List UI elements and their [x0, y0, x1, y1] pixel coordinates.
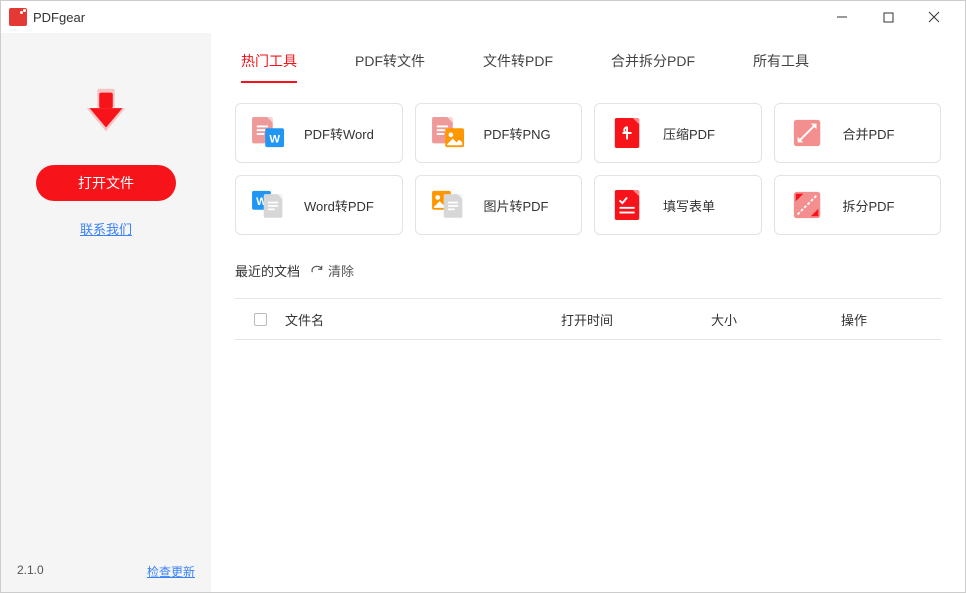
tool-merge-pdf[interactable]: 合并PDF	[774, 103, 942, 163]
clear-icon	[310, 264, 324, 278]
tool-word-to-pdf[interactable]: Word转PDF	[235, 175, 403, 235]
tool-split-pdf[interactable]: 拆分PDF	[774, 175, 942, 235]
compress-pdf-icon	[609, 117, 647, 149]
col-filename: 文件名	[285, 310, 561, 329]
minimize-button[interactable]	[819, 1, 865, 33]
tab-merge-split[interactable]: 合并拆分PDF	[611, 51, 695, 83]
tool-label: 填写表单	[663, 196, 715, 215]
app-title: PDFgear	[33, 10, 85, 25]
tool-label: 合并PDF	[843, 124, 895, 143]
sidebar: 打开文件 联系我们 2.1.0 检查更新	[1, 33, 211, 592]
version-label: 2.1.0	[17, 563, 44, 580]
tab-pdf-to-file[interactable]: PDF转文件	[355, 51, 425, 83]
fill-form-icon	[609, 189, 647, 221]
image-to-pdf-icon	[430, 189, 468, 221]
tool-compress-pdf[interactable]: 压缩PDF	[594, 103, 762, 163]
contact-us-link[interactable]: 联系我们	[80, 219, 132, 238]
clear-recent-button[interactable]: 清除	[310, 261, 354, 280]
tool-label: PDF转PNG	[484, 124, 551, 143]
pdf-to-png-icon	[430, 117, 468, 149]
check-update-link[interactable]: 检查更新	[147, 563, 195, 580]
col-ops: 操作	[841, 310, 941, 329]
pdf-to-word-icon	[250, 117, 288, 149]
drop-arrow-icon	[76, 83, 136, 143]
tab-all-tools[interactable]: 所有工具	[753, 51, 809, 83]
tool-pdf-to-word[interactable]: PDF转Word	[235, 103, 403, 163]
tool-grid: PDF转Word PDF转PNG 压缩PDF 合并PDF	[235, 103, 941, 235]
tool-tabs: 热门工具 PDF转文件 文件转PDF 合并拆分PDF 所有工具	[235, 51, 941, 83]
tool-image-to-pdf[interactable]: 图片转PDF	[415, 175, 583, 235]
tool-pdf-to-png[interactable]: PDF转PNG	[415, 103, 583, 163]
open-file-button[interactable]: 打开文件	[36, 165, 176, 201]
tool-fill-form[interactable]: 填写表单	[594, 175, 762, 235]
app-logo-icon	[9, 8, 27, 26]
maximize-button[interactable]	[865, 1, 911, 33]
tab-file-to-pdf[interactable]: 文件转PDF	[483, 51, 553, 83]
tool-label: 压缩PDF	[663, 124, 715, 143]
clear-label: 清除	[328, 261, 354, 280]
close-button[interactable]	[911, 1, 957, 33]
tab-hot-tools[interactable]: 热门工具	[241, 51, 297, 83]
recent-title: 最近的文档	[235, 261, 300, 280]
separator	[235, 339, 941, 340]
recent-header: 最近的文档 清除	[235, 261, 941, 280]
titlebar: PDFgear	[1, 1, 965, 33]
tool-label: Word转PDF	[304, 196, 374, 215]
tool-label: PDF转Word	[304, 124, 374, 143]
main-area: 热门工具 PDF转文件 文件转PDF 合并拆分PDF 所有工具 PDF转Word	[211, 33, 965, 592]
select-all-checkbox[interactable]	[254, 313, 267, 326]
window-controls	[819, 1, 957, 33]
merge-pdf-icon	[789, 117, 827, 149]
col-open-time: 打开时间	[561, 310, 711, 329]
split-pdf-icon	[789, 189, 827, 221]
tool-label: 图片转PDF	[484, 196, 549, 215]
word-to-pdf-icon	[250, 189, 288, 221]
file-list-header: 文件名 打开时间 大小 操作	[235, 299, 941, 339]
col-size: 大小	[711, 310, 841, 329]
tool-label: 拆分PDF	[843, 196, 895, 215]
